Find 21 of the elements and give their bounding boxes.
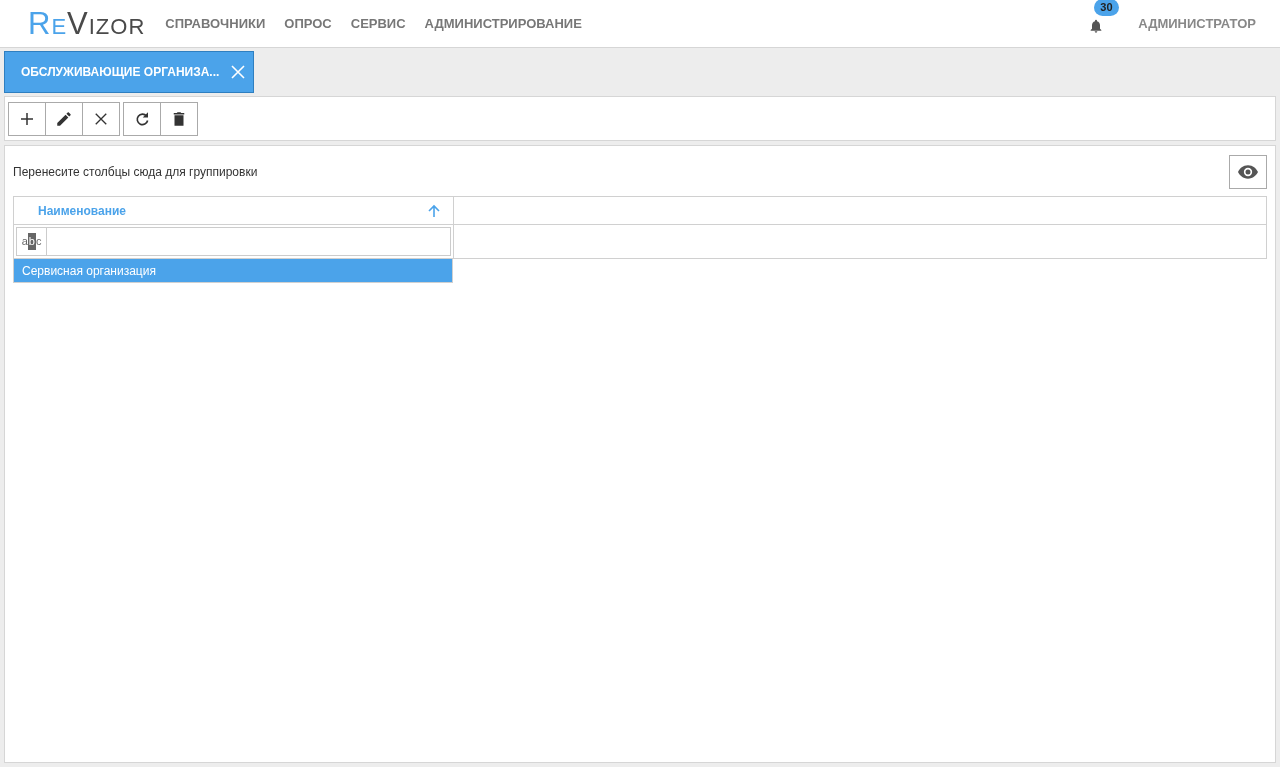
logo: ReVizor [28, 8, 146, 39]
eye-icon [1238, 165, 1258, 179]
filter-field[interactable]: abc [16, 227, 451, 256]
tab[interactable]: ОБСЛУЖИВАЮЩИЕ ОРГАНИЗА... [4, 51, 255, 93]
edit-button[interactable] [45, 101, 83, 136]
refresh-button[interactable] [123, 101, 161, 136]
delete-button[interactable] [160, 101, 198, 136]
table-row[interactable]: Сервисная организация [13, 259, 453, 283]
pencil-icon [55, 109, 73, 128]
column-visibility-button[interactable] [1229, 155, 1267, 189]
user-menu[interactable]: АДМИНИСТРАТОР [1138, 13, 1256, 34]
group-hint: Перенесите столбцы сюда для группировки [13, 164, 259, 181]
filter-type-button[interactable]: abc [17, 228, 47, 255]
menu-item[interactable]: СПРАВОЧНИКИ [165, 13, 266, 34]
menu-item[interactable]: СЕРВИС [350, 13, 406, 34]
menu-item[interactable]: АДМИНИСТРИРОВАНИЕ [424, 13, 582, 34]
add-button[interactable] [8, 101, 46, 136]
close-icon[interactable] [231, 65, 246, 79]
column-header[interactable]: Наименование [14, 197, 454, 224]
menu-item[interactable]: ОПРОС [284, 13, 332, 34]
notification-badge: 30 [1094, 0, 1119, 16]
